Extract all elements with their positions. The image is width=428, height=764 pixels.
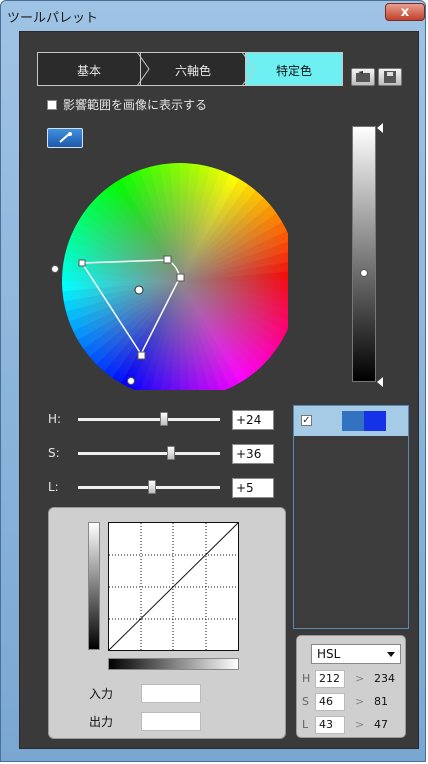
s-arrow: >: [355, 695, 365, 708]
swatch-after-color: [364, 411, 386, 431]
lightness-handle[interactable]: [360, 269, 368, 277]
color-mode-value: HSL: [317, 647, 341, 661]
saturation-value-input[interactable]: +36: [232, 444, 274, 464]
range-center-handle[interactable]: [134, 285, 144, 295]
tone-curve-panel: 入力 出力: [48, 507, 286, 739]
range-handle-1[interactable]: [78, 259, 86, 267]
folder-open-icon: [356, 71, 370, 82]
range-handle-3[interactable]: [176, 273, 185, 282]
wheel-marker-left[interactable]: [51, 265, 59, 273]
show-range-label: 影響範囲を画像に表示する: [63, 98, 208, 112]
input-value-field[interactable]: [141, 684, 201, 703]
swatch-checkbox[interactable]: ✓: [301, 415, 312, 426]
title-bar[interactable]: ツールパレット x: [1, 1, 427, 31]
saturation-overlay: [62, 163, 288, 390]
swatch-before-color: [342, 411, 364, 431]
s-after-value: 81: [374, 695, 388, 708]
close-icon: x: [400, 5, 410, 20]
saturation-slider-track[interactable]: [78, 452, 220, 455]
h-channel-label: H: [302, 672, 311, 685]
close-button[interactable]: x: [385, 3, 425, 21]
output-gradient-bar: [88, 522, 100, 650]
range-handle-2[interactable]: [163, 255, 172, 264]
l-after-value: 47: [374, 718, 388, 731]
color-wheel[interactable]: [48, 136, 288, 390]
save-button[interactable]: [378, 68, 402, 86]
lightness-value-input[interactable]: +5: [232, 478, 274, 498]
l-before-value[interactable]: 43: [315, 716, 345, 734]
palette-client-area: 基本 六軸色 特定色 影響範囲を画像に表示する H: +24 S: +36 L:…: [19, 31, 419, 749]
show-range-checkbox[interactable]: [47, 100, 57, 110]
lightness-top-marker[interactable]: [375, 122, 387, 134]
hue-slider-label: H:: [48, 412, 62, 426]
wheel-marker-bottom[interactable]: [127, 377, 135, 385]
dropdown-arrow-icon: [387, 652, 395, 657]
color-info-panel: HSL H 212 > 234 S 46 > 81 L 43 > 47: [296, 635, 406, 738]
s-channel-label: S: [302, 695, 309, 708]
hue-value-input[interactable]: +24: [232, 410, 274, 430]
hue-slider-thumb[interactable]: [160, 412, 168, 426]
input-gradient-bar: [108, 658, 239, 670]
swatch-preview: [342, 411, 386, 431]
output-value-field[interactable]: [141, 712, 201, 731]
h-after-value: 234: [374, 672, 395, 685]
input-label: 入力: [89, 687, 114, 701]
h-before-value[interactable]: 212: [315, 670, 345, 688]
load-button[interactable]: [351, 68, 375, 86]
tool-palette-window: ツールパレット x 基本 六軸色 特定色 影響範囲を画像に表示する H: +24…: [0, 0, 426, 762]
hue-slider-track[interactable]: [78, 418, 220, 421]
lightness-bar[interactable]: [352, 126, 376, 382]
l-channel-label: L: [302, 718, 309, 731]
lightness-bottom-marker[interactable]: [375, 376, 387, 388]
range-handle-4[interactable]: [137, 351, 146, 360]
list-item[interactable]: ✓: [294, 406, 408, 436]
window-title: ツールパレット: [7, 11, 99, 26]
tab-chevrons: [136, 52, 255, 86]
h-arrow: >: [355, 672, 365, 685]
tone-curve-graph[interactable]: [108, 522, 240, 652]
color-mode-dropdown[interactable]: HSL: [311, 644, 401, 664]
color-swatch-list[interactable]: ✓: [293, 405, 409, 629]
l-arrow: >: [355, 718, 365, 731]
saturation-slider-thumb[interactable]: [167, 446, 175, 460]
floppy-disk-icon: [384, 71, 396, 83]
saturation-slider-label: S:: [48, 446, 60, 460]
output-label: 出力: [89, 715, 114, 729]
s-before-value[interactable]: 46: [315, 693, 345, 711]
lightness-slider-label: L:: [48, 480, 59, 494]
lightness-slider-thumb[interactable]: [148, 480, 156, 494]
